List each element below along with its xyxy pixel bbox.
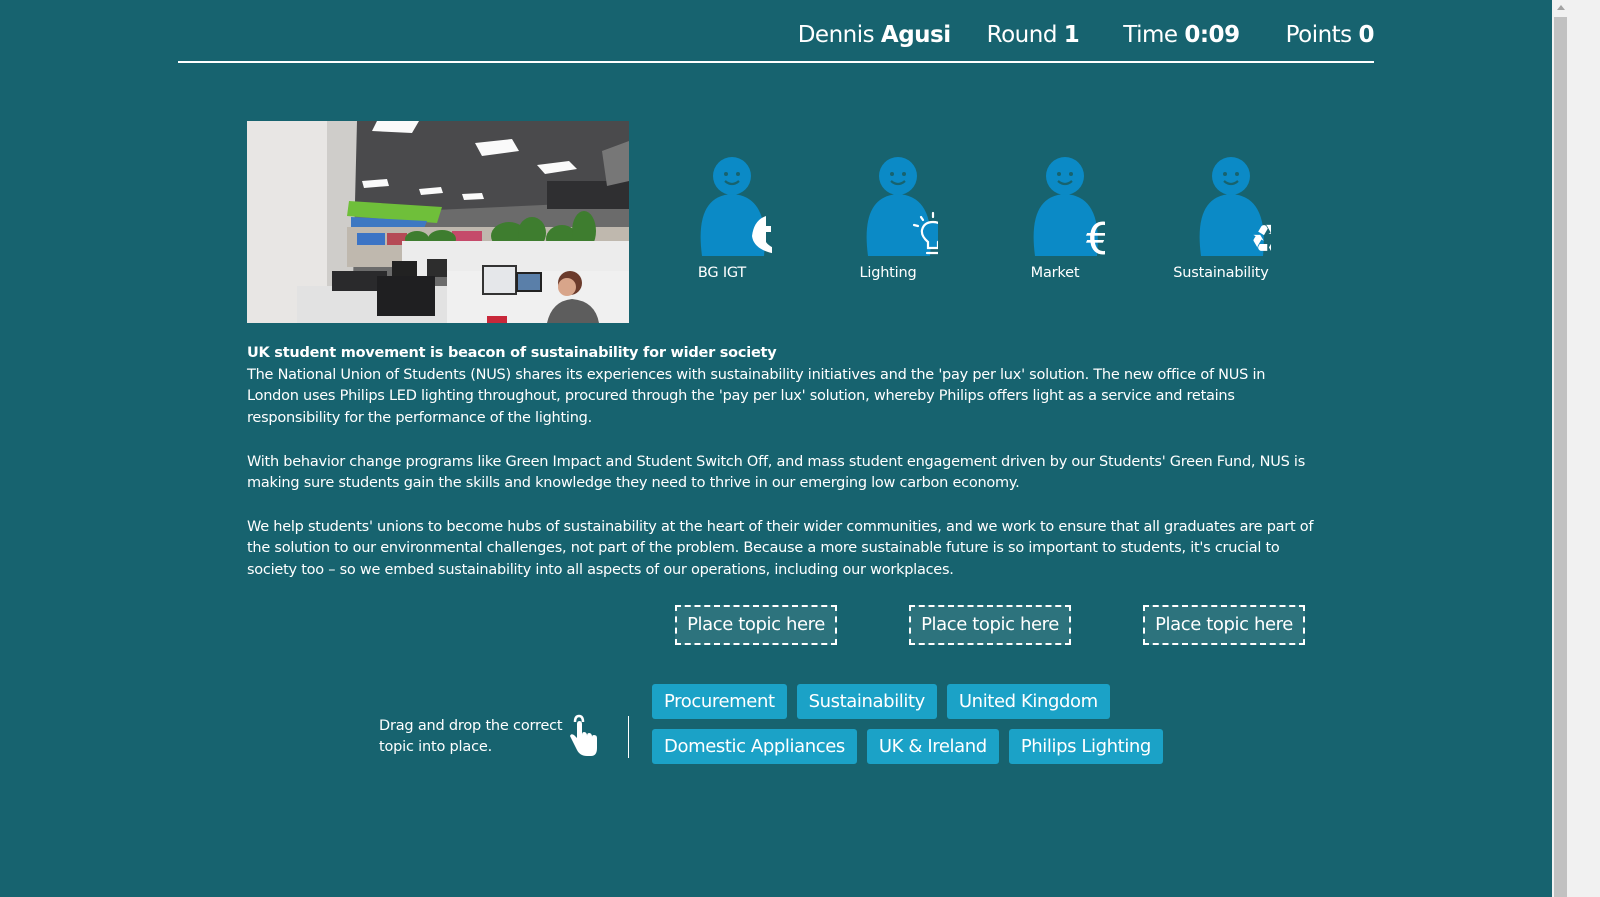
topic-chip-sustainability[interactable]: Sustainability	[796, 684, 937, 719]
persona-market: € Market	[995, 156, 1115, 281]
player-last-name: Agusi	[880, 22, 951, 48]
time-label: Time	[1123, 22, 1178, 48]
topic-chip-procurement[interactable]: Procurement	[652, 684, 787, 719]
scroll-up-arrow-icon[interactable]	[1552, 0, 1570, 16]
player-first-name: Dennis	[797, 22, 875, 48]
persona-avatar-icon: ♻	[1199, 157, 1271, 256]
scrollbar-thumb[interactable]	[1554, 17, 1567, 897]
round-label: Round	[986, 22, 1058, 48]
persona-sustainability: ♻ Sustainability	[1161, 156, 1281, 281]
game-page: Dennis Agusi Round 1 Time 0:09 Points 0	[0, 0, 1552, 897]
drop-zone-3[interactable]: Place topic here	[1143, 605, 1305, 645]
player-name: Dennis Agusi	[798, 22, 951, 48]
euro-icon: €	[1086, 214, 1105, 256]
persona-label: Market	[1030, 265, 1080, 281]
instructions-divider	[628, 716, 629, 758]
persona-avatar-icon	[700, 157, 772, 256]
article-photo	[247, 121, 629, 323]
points-indicator: Points 0	[1285, 22, 1375, 48]
drop-zone-2[interactable]: Place topic here	[909, 605, 1071, 645]
points-value: 0	[1358, 22, 1374, 48]
persona-avatar-icon: €	[1033, 157, 1105, 256]
persona-avatar-icon	[866, 157, 938, 256]
game-header: Dennis Agusi Round 1 Time 0:09 Points 0	[178, 22, 1374, 63]
persona-label: Lighting	[859, 265, 917, 281]
recycle-icon: ♻	[1250, 217, 1271, 256]
persona-lighting: Lighting	[828, 156, 948, 281]
svg-text:€: €	[1086, 214, 1105, 256]
persona-label: Sustainability	[1173, 265, 1269, 281]
drop-zone-1[interactable]: Place topic here	[675, 605, 837, 645]
timer: Time 0:09	[1123, 22, 1240, 48]
drag-instructions: Drag and drop the correct topic into pla…	[379, 718, 563, 755]
article-paragraph: We help students' unions to become hubs …	[247, 518, 1314, 578]
topic-chips: Procurement Sustainability United Kingdo…	[652, 684, 1172, 774]
points-label: Points	[1285, 22, 1353, 48]
persona-bg-igt: BG IGT	[662, 156, 782, 281]
topic-chip-united-kingdom[interactable]: United Kingdom	[946, 684, 1110, 719]
topic-chip-uk-ireland[interactable]: UK & Ireland	[866, 729, 999, 764]
topic-chip-domestic-appliances[interactable]: Domestic Appliances	[652, 729, 857, 764]
hand-pointer-icon	[567, 714, 599, 762]
article-title: UK student movement is beacon of sustain…	[247, 345, 777, 361]
article-paragraph: With behavior change programs like Green…	[247, 453, 1306, 492]
persona-label: BG IGT	[697, 265, 747, 281]
topic-row: Procurement Sustainability United Kingdo…	[652, 684, 1172, 719]
round-value: 1	[1063, 22, 1080, 48]
time-value: 0:09	[1184, 22, 1240, 48]
round-indicator: Round 1	[987, 22, 1080, 48]
article-paragraph: The National Union of Students (NUS) sha…	[247, 366, 1266, 427]
topic-row: Domestic Appliances UK & Ireland Philips…	[652, 729, 1172, 764]
header-stats: Dennis Agusi Round 1 Time 0:09 Points 0	[798, 22, 1375, 48]
article: UK student movement is beacon of sustain…	[247, 343, 1317, 603]
svg-text:♻: ♻	[1250, 217, 1271, 256]
vertical-scrollbar[interactable]	[1552, 0, 1600, 897]
topic-chip-philips-lighting[interactable]: Philips Lighting	[1008, 729, 1163, 764]
